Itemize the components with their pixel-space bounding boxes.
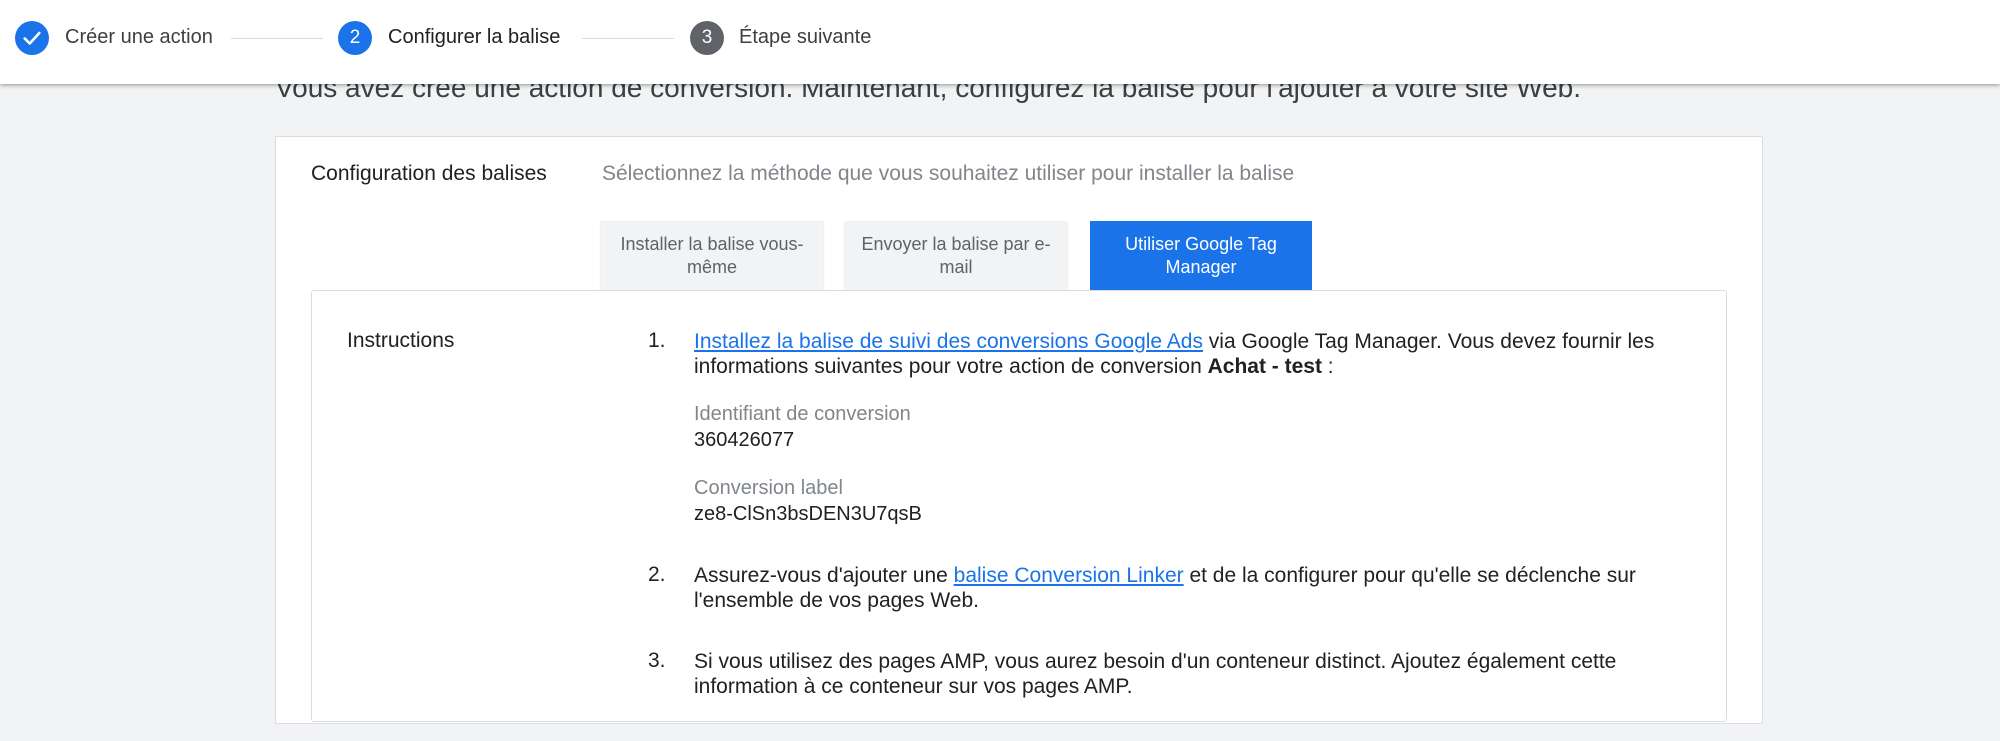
step-2-label: Configurer la balise [388, 26, 561, 48]
instruction-item-1: Installez la balise de suivi des convers… [694, 329, 1704, 379]
conversion-linker-link[interactable]: balise Conversion Linker [954, 564, 1184, 587]
list-number: 1. [648, 329, 666, 352]
conversion-id-label: Identifiant de conversion [694, 403, 911, 425]
instruction-text: Assurez-vous d'ajouter une [694, 564, 954, 587]
list-number: 2. [648, 563, 666, 586]
step-connector [231, 38, 323, 39]
stepper: Créer une action 2 Configurer la balise … [0, 0, 2000, 84]
google-tag-manager-button[interactable]: Utiliser Google Tag Manager [1090, 221, 1312, 291]
conversion-id-value: 360426077 [694, 429, 795, 451]
step-2-number: 2 [338, 21, 372, 55]
install-yourself-button[interactable]: Installer la balise vous-même [601, 221, 823, 291]
conversion-action-name: Achat - test [1207, 355, 1322, 378]
conversion-tracking-link[interactable]: Installez la balise de suivi des convers… [694, 330, 1203, 353]
conversion-label-label: Conversion label [694, 477, 843, 499]
instruction-item-3: Si vous utilisez des pages AMP, vous aur… [694, 650, 1617, 698]
conversion-label-value: ze8-ClSn3bsDEN3U7qsB [694, 503, 922, 525]
step-1-label: Créer une action [65, 26, 213, 48]
instructions-title: Instructions [347, 329, 455, 352]
tag-config-title: Configuration des balises [311, 162, 547, 185]
step-connector [582, 38, 674, 39]
email-tag-button[interactable]: Envoyer la balise par e-mail [845, 221, 1067, 291]
check-icon [23, 31, 41, 45]
step-1-done-indicator [15, 21, 49, 55]
instruction-item-2: Assurez-vous d'ajouter une balise Conver… [694, 563, 1704, 613]
instruction-text: : [1321, 355, 1334, 378]
step-3-label: Étape suivante [739, 26, 872, 48]
tag-config-description: Sélectionnez la méthode que vous souhait… [602, 162, 1295, 185]
list-number: 3. [648, 649, 666, 672]
step-3-number: 3 [690, 21, 724, 55]
